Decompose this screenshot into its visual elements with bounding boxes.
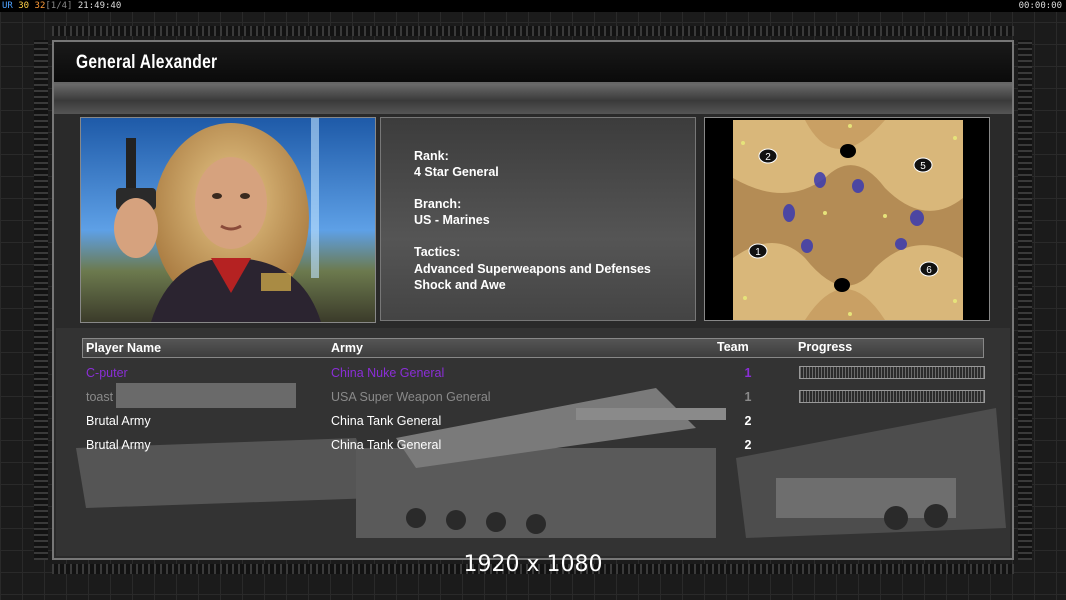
header-band (54, 84, 1012, 114)
general-name-title: General Alexander (76, 52, 218, 73)
tactics-label: Tactics: (414, 245, 461, 259)
status-clock: 21:49:40 (77, 1, 122, 11)
player-team: 2 (744, 414, 752, 428)
status-bracket: [1/4] (45, 1, 73, 11)
svg-text:5: 5 (920, 161, 926, 172)
branch-value: US - Marines (414, 213, 490, 227)
portrait-image (114, 118, 321, 322)
frame-rail-left (34, 40, 48, 560)
frame-rail-top (52, 26, 1014, 36)
player-name: C-puter (86, 366, 128, 380)
start-position-1: 1 (748, 243, 768, 259)
player-army: China Nuke General (331, 366, 445, 380)
player-army: China Tank General (331, 414, 442, 428)
tactics-value-2: Shock and Awe (414, 278, 506, 292)
tank-background-art (56, 328, 1010, 556)
col-player-name: Player Name (86, 341, 162, 355)
general-portrait (80, 117, 376, 323)
branch-label: Branch: (414, 197, 462, 211)
player-name: toast (86, 390, 114, 404)
status-value-2: 32 (34, 1, 46, 11)
status-value-1: 30 (18, 1, 30, 11)
lobby-area (56, 328, 1010, 556)
col-progress: Progress (798, 340, 853, 354)
player-team: 1 (744, 390, 752, 404)
col-team: Team (717, 340, 749, 354)
rank-value: 4 Star General (414, 165, 499, 179)
player-name: Brutal Army (86, 438, 151, 452)
progress-bar (799, 390, 985, 403)
rank-label: Rank: (414, 149, 449, 163)
start-position-6: 6 (919, 261, 939, 277)
status-timer: 00:00:00 (1018, 1, 1062, 11)
col-army: Army (331, 341, 363, 355)
minimap-image: 2 5 1 6 (733, 120, 963, 320)
svg-text:6: 6 (926, 265, 932, 276)
start-position-5: 5 (913, 157, 933, 173)
player-team: 2 (744, 438, 752, 452)
general-info-panel: Rank: 4 Star General Branch: US - Marine… (380, 117, 696, 321)
tactics-value-1: Advanced Superweapons and Defenses (414, 262, 651, 276)
player-team: 1 (744, 366, 752, 380)
progress-bar (799, 366, 985, 379)
player-name: Brutal Army (86, 414, 151, 428)
header-bar: General Alexander (54, 42, 1012, 84)
svg-text:2: 2 (765, 152, 771, 163)
status-bar: UR 30 32[1/4] 21:49:40 00:00:00 (0, 0, 1066, 12)
svg-text:1: 1 (755, 247, 761, 258)
status-left: UR 30 32[1/4] 21:49:40 (2, 0, 121, 12)
frame-rail-right (1018, 40, 1032, 560)
map-preview: 2 5 1 6 (704, 117, 990, 321)
resolution-label: 1920 x 1080 (463, 552, 603, 577)
status-ur: UR (2, 1, 13, 11)
player-army: China Tank General (331, 438, 442, 452)
start-position-2: 2 (758, 148, 778, 164)
player-army: USA Super Weapon General (331, 390, 491, 404)
